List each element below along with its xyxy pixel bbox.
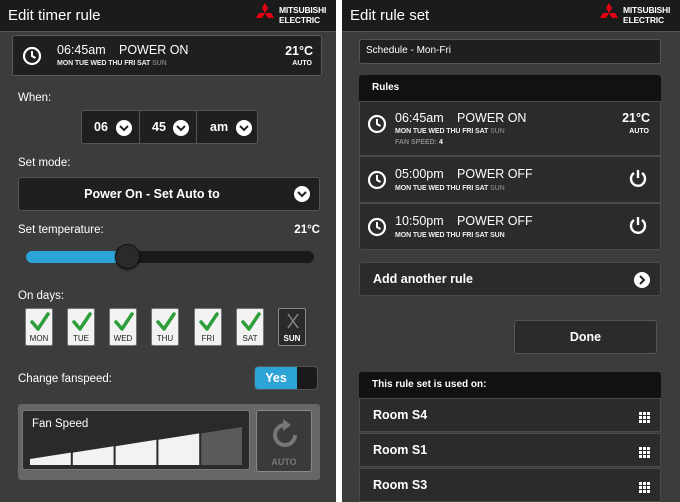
mode-label: Set mode: (18, 157, 71, 169)
mitsubishi-diamonds-icon (600, 3, 618, 18)
page-title: Edit rule set (350, 7, 430, 24)
mitsubishi-electric-logo: MITSUBISHI ELECTRIC (598, 3, 674, 27)
day-checkbox-thu[interactable]: THU (151, 308, 179, 346)
temperature-slider-fill (26, 251, 127, 263)
rule-row[interactable]: 05:00pm POWER OFF MON TUE WED THU FRI SA… (359, 156, 661, 203)
day-label: WED (113, 334, 133, 343)
day-label: THU (156, 334, 174, 343)
toggle-yes: Yes (255, 367, 297, 389)
power-icon (629, 170, 647, 187)
time-picker: 06 45 am (81, 110, 258, 144)
temperature-slider-thumb[interactable] (114, 244, 140, 269)
chevron-down-icon (294, 186, 310, 202)
title-bar: Edit timer rule MITSUBISHI ELECTRIC (0, 0, 336, 32)
rule-row[interactable]: 10:50pm POWER OFF MON TUE WED THU FRI SA… (359, 203, 661, 250)
fan-speed-bars (30, 427, 242, 465)
clock-icon (367, 114, 387, 134)
grid-icon (639, 445, 650, 458)
day-checkbox-fri[interactable]: FRI (194, 308, 222, 346)
chevron-down-icon (173, 120, 189, 136)
fan-speed-panel: Fan Speed AUTO (18, 404, 320, 480)
fan-speed-bar (115, 439, 157, 465)
refresh-icon (273, 419, 297, 447)
ampm-select[interactable]: am (197, 111, 258, 143)
done-button[interactable]: Done (514, 320, 657, 354)
rule-time: 06:45am (57, 43, 106, 57)
rule-temperature: 21°C (285, 44, 313, 58)
rule-fan-mode: AUTO (292, 60, 312, 67)
day-label: SUN (283, 334, 301, 343)
day-checkbox-sat[interactable]: SAT (236, 308, 264, 346)
fan-speed-bar (72, 446, 114, 465)
fan-auto-button[interactable]: AUTO (256, 410, 312, 472)
logo-text: MITSUBISHI ELECTRIC (623, 5, 671, 25)
clock-icon (22, 46, 42, 66)
used-on-header: This rule set is used on: (359, 372, 661, 398)
room-row[interactable]: Room S1 (359, 433, 661, 467)
day-label: TUE (73, 334, 89, 343)
hour-select[interactable]: 06 (82, 111, 140, 143)
mode-select[interactable]: Power On - Set Auto to (18, 177, 320, 211)
temperature-value: 21°C (294, 224, 320, 236)
clock-icon (367, 217, 387, 237)
room-row[interactable]: Room S3 (359, 468, 661, 502)
room-name: Room S4 (373, 408, 428, 422)
day-label: MON (29, 334, 49, 343)
fanspeed-toggle[interactable]: Yes (254, 366, 318, 390)
rules-header: Rules (359, 75, 661, 101)
temperature-slider[interactable] (26, 251, 314, 263)
title-bar: Edit rule set MITSUBISHI ELECTRIC (342, 0, 680, 32)
when-label: When: (18, 92, 52, 104)
rule-row[interactable]: 06:45am POWER ON MON TUE WED THU FRI SAT… (359, 101, 661, 156)
day-label: FRI (201, 334, 215, 343)
power-icon (629, 217, 647, 234)
logo-text: MITSUBISHI ELECTRIC (279, 5, 327, 25)
days-label: On days: (18, 290, 65, 302)
page-title: Edit timer rule (8, 7, 101, 24)
room-name: Room S1 (373, 443, 428, 457)
minute-select[interactable]: 45 (140, 111, 197, 143)
room-name: Room S3 (373, 478, 428, 492)
fan-speed-bar (158, 433, 200, 465)
mode-value: Power On - Set Auto to (84, 187, 220, 201)
mitsubishi-diamonds-icon (256, 3, 274, 18)
fanspeed-label: Change fanspeed: (18, 373, 112, 385)
day-checkbox-wed[interactable]: WED (109, 308, 137, 346)
fan-speed-bar (201, 427, 242, 465)
schedule-name-field[interactable]: Schedule - Mon-Fri (359, 39, 661, 64)
day-label: SAT (242, 334, 258, 343)
fan-speed-bar (30, 452, 71, 465)
chevron-down-icon (236, 120, 252, 136)
day-checkbox-sun[interactable]: SUN (278, 308, 306, 346)
edit-timer-rule-panel: Edit timer rule MITSUBISHI ELECTRIC 06:45… (0, 0, 336, 502)
day-checkbox-tue[interactable]: TUE (67, 308, 95, 346)
clock-icon (367, 170, 387, 190)
fan-speed-selector[interactable]: Fan Speed (22, 410, 250, 470)
chevron-down-icon (116, 120, 132, 136)
chevron-right-icon (634, 272, 650, 288)
rule-summary: 06:45am POWER ON MON TUE WED THU FRI SAT… (12, 35, 322, 76)
grid-icon (639, 480, 650, 493)
rule-days: MON TUE WED THU FRI SAT SUN (57, 60, 167, 67)
room-row[interactable]: Room S4 (359, 398, 661, 432)
grid-icon (639, 410, 650, 423)
mitsubishi-electric-logo: MITSUBISHI ELECTRIC (254, 3, 330, 27)
rule-mode: POWER ON (119, 43, 189, 57)
fan-speed-info: FAN SPEED: 4 (395, 139, 443, 146)
day-checkbox-mon[interactable]: MON (25, 308, 53, 346)
temperature-label: Set temperature: (18, 224, 104, 236)
add-rule-button[interactable]: Add another rule (359, 262, 661, 296)
